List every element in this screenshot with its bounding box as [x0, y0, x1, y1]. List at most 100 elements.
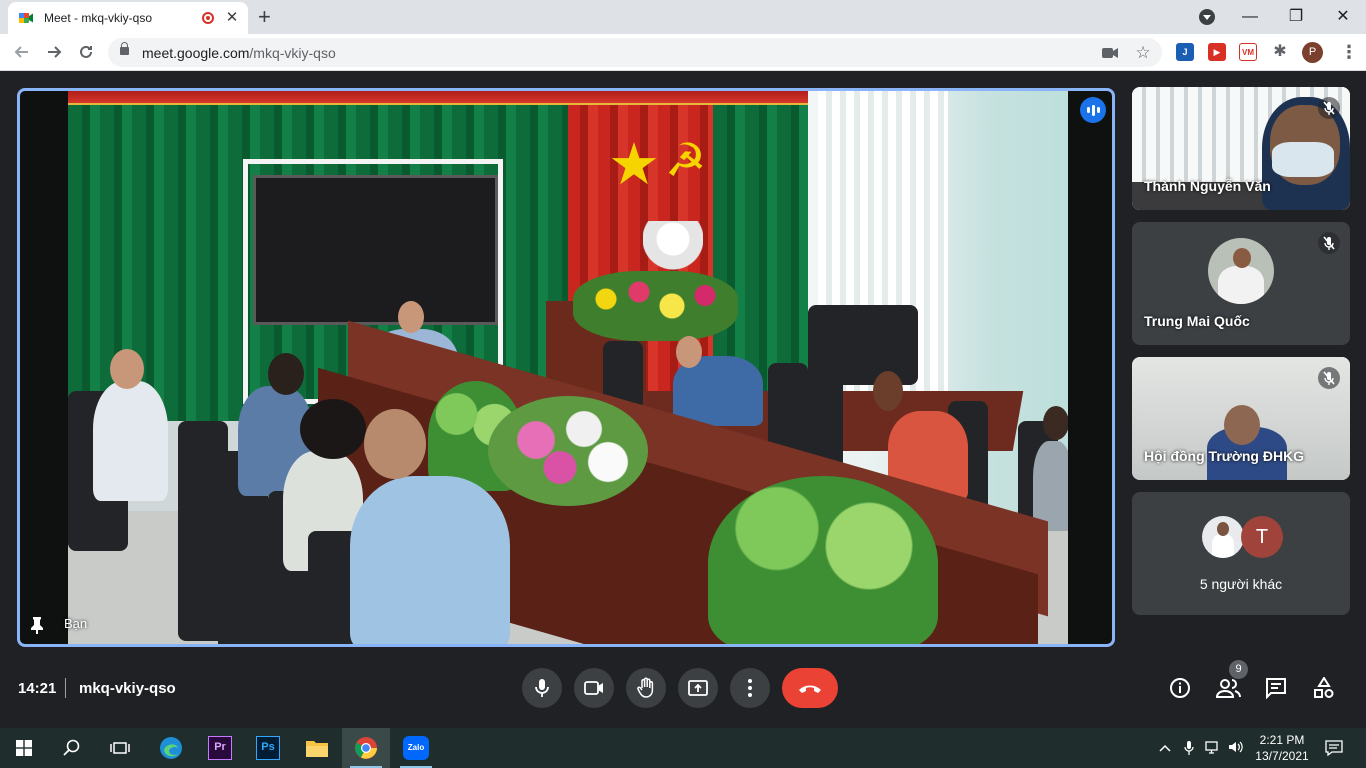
browser-tab-meet[interactable]: Meet - mkq-vkiy-qso ✕ [8, 2, 248, 34]
person-attendee-white [93, 381, 168, 501]
reload-icon[interactable] [74, 40, 98, 64]
participant-avatar [1208, 238, 1274, 304]
hang-up-icon [799, 685, 821, 693]
chat-icon [1266, 678, 1286, 699]
person-attendee-light-blue [350, 476, 510, 644]
browser-tabstrip: Meet - mkq-vkiy-qso ✕ + — ❐ ✕ [0, 0, 1366, 34]
participant-tile-thanh[interactable]: Thành Nguyễn Văn [1132, 87, 1350, 210]
curtain-valance [68, 91, 813, 105]
edge-icon [160, 737, 182, 759]
raise-hand-button[interactable] [626, 668, 666, 708]
meeting-controls-bar: 14:21 mkq-vkiy-qso 9 [0, 660, 1366, 718]
person-head [398, 301, 424, 333]
restore-button[interactable]: ❐ [1273, 4, 1319, 30]
taskbar-date: 13/7/2021 [1255, 749, 1309, 763]
people-icon [1216, 679, 1241, 698]
avatar-head [1217, 522, 1229, 536]
present-screen-icon [688, 680, 708, 696]
zalo-icon: Zalo [403, 736, 429, 760]
task-view-icon [110, 742, 130, 754]
volume-icon[interactable] [1228, 740, 1244, 756]
task-view-button[interactable] [96, 728, 144, 768]
divider [65, 678, 66, 698]
mic-off-icon [1318, 232, 1340, 254]
lock-icon[interactable] [120, 42, 129, 55]
url-text[interactable]: meet.google.com/mkq-vkiy-qso [142, 45, 336, 61]
network-icon[interactable] [1205, 740, 1221, 756]
microphone-button[interactable] [522, 668, 562, 708]
taskbar-file-explorer[interactable] [293, 728, 341, 768]
back-arrow-icon[interactable] [10, 40, 34, 64]
search-button[interactable] [48, 728, 96, 768]
meeting-details-button[interactable] [1168, 676, 1192, 700]
plant-front [708, 476, 938, 644]
present-screen-button[interactable] [678, 668, 718, 708]
orchid-flowers [488, 396, 648, 506]
taskbar-chrome[interactable] [342, 728, 390, 768]
close-window-button[interactable]: ✕ [1320, 4, 1366, 30]
profile-avatar[interactable]: P [1302, 42, 1323, 63]
participant-tile-hoi-dong[interactable]: Hội đồng Trường ĐHKG [1132, 357, 1350, 480]
others-avatar-letter: T [1241, 516, 1283, 558]
pin-icon[interactable] [30, 616, 44, 634]
forward-arrow-icon[interactable] [42, 40, 66, 64]
mic-off-icon [1318, 97, 1340, 119]
extension-j-icon[interactable]: J [1176, 43, 1194, 61]
others-count-label: 5 người khác [1199, 576, 1283, 592]
more-options-button[interactable] [730, 668, 770, 708]
recording-indicator-icon [202, 12, 214, 24]
speaking-indicator-icon [1080, 97, 1106, 123]
participant-tile-trung[interactable]: Trung Mai Quốc [1132, 222, 1350, 345]
people-button[interactable] [1215, 676, 1243, 700]
camera-button[interactable] [574, 668, 614, 708]
start-button[interactable] [0, 728, 48, 768]
info-icon [1170, 678, 1190, 698]
person-attendee [1033, 441, 1068, 531]
address-bar[interactable]: meet.google.com/mkq-vkiy-qso ☆ [108, 38, 1162, 67]
extension-vm-icon[interactable]: VM [1239, 43, 1257, 61]
person-head [676, 336, 702, 368]
tab-search-icon[interactable] [1199, 9, 1215, 25]
star-emblem-icon: ★ [608, 132, 660, 197]
taskbar-premiere[interactable]: Pr [196, 728, 244, 768]
microphone-icon [535, 679, 549, 697]
search-icon [63, 739, 80, 756]
participant-name: Hội đồng Trường ĐHKG [1144, 448, 1305, 464]
photoshop-icon: Ps [256, 736, 280, 760]
taskbar-edge[interactable] [147, 728, 195, 768]
person-head [1043, 406, 1068, 440]
chair [768, 363, 808, 453]
extensions-puzzle-icon[interactable]: ✱ [1271, 43, 1289, 61]
participant-name: Trung Mai Quốc [1144, 313, 1250, 329]
tab-close-icon[interactable]: ✕ [224, 10, 240, 26]
minimize-button[interactable]: — [1227, 4, 1273, 30]
avatar-body [1212, 534, 1234, 558]
bookmark-star-icon[interactable]: ☆ [1134, 44, 1152, 62]
taskbar-clock[interactable]: 2:21 PM 13/7/2021 [1250, 732, 1314, 764]
camera-in-use-icon[interactable] [1101, 44, 1119, 62]
premiere-icon: Pr [208, 736, 232, 760]
activities-button[interactable] [1312, 676, 1336, 700]
chair [808, 305, 918, 385]
meeting-code: mkq-vkiy-qso [79, 680, 176, 697]
taskbar-photoshop[interactable]: Ps [244, 728, 292, 768]
chat-button[interactable] [1264, 676, 1288, 700]
chrome-icon [355, 737, 377, 759]
notification-center-icon[interactable] [1325, 740, 1343, 757]
microphone-tray-icon[interactable] [1181, 740, 1197, 756]
show-hidden-icons-icon[interactable] [1157, 740, 1173, 756]
leave-call-button[interactable] [782, 668, 838, 708]
hammer-sickle-icon: ☭ [665, 134, 707, 186]
main-video-tile[interactable]: ★ ☭ Bạn [17, 88, 1115, 647]
windows-taskbar: Pr Ps Zalo 2:21 PM 13/7/2021 [0, 728, 1366, 768]
new-tab-button[interactable]: + [258, 6, 271, 28]
browser-menu-icon[interactable]: ⋮ [1340, 42, 1358, 62]
others-tile[interactable]: T 5 người khác [1132, 492, 1350, 615]
camera-icon [584, 681, 603, 695]
taskbar-zalo[interactable]: Zalo [392, 728, 440, 768]
person-head [364, 409, 426, 479]
extension-play-icon[interactable]: ▶ [1208, 43, 1226, 61]
taskbar-time: 2:21 PM [1259, 733, 1305, 747]
others-avatar-photo [1202, 516, 1244, 558]
person-head [110, 349, 144, 389]
